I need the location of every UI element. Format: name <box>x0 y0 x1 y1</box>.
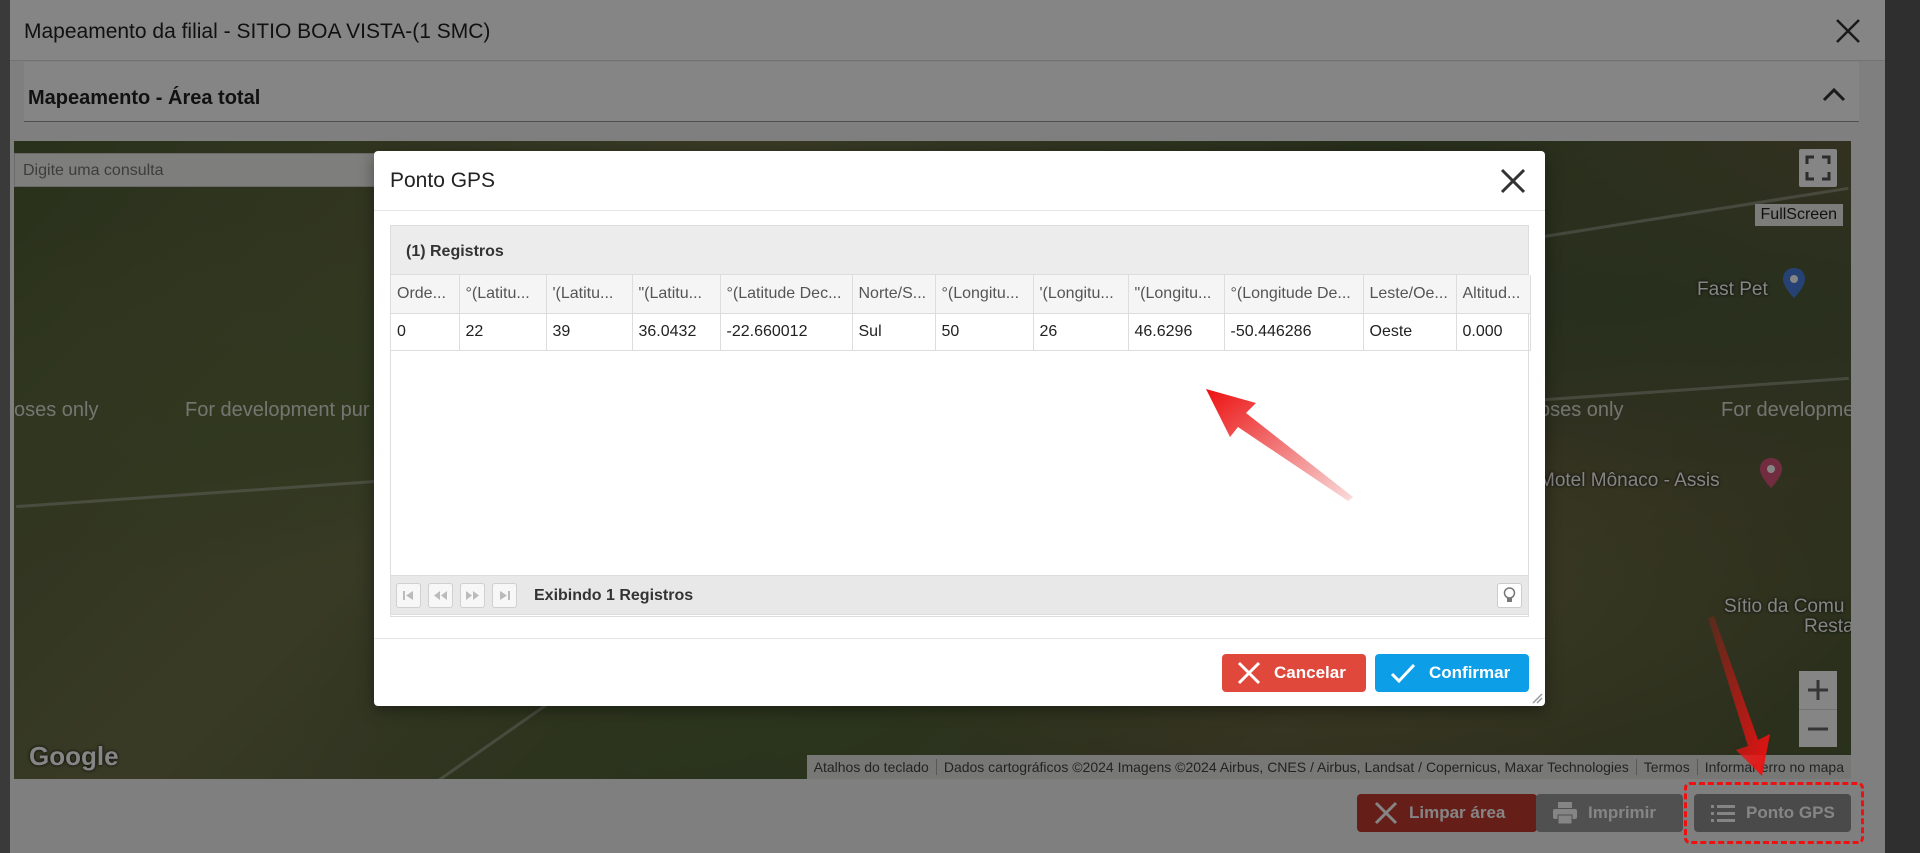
column-header[interactable]: °(Longitu... <box>935 275 1034 314</box>
next-page-icon <box>466 591 479 600</box>
confirm-button[interactable]: Confirmar <box>1375 654 1529 692</box>
table-body: 0 22 39 36.0432 -22.660012 Sul 50 26 46.6296 -50.… <box>391 313 1531 351</box>
column-header[interactable]: Norte/S... <box>852 275 936 314</box>
first-page-icon <box>403 591 413 600</box>
table-cell: 46.6296 <box>1128 313 1225 351</box>
annotation-highlight <box>1684 782 1864 844</box>
column-header[interactable]: Orde... <box>391 275 460 314</box>
lightbulb-button[interactable] <box>1497 583 1522 608</box>
previous-page-button[interactable] <box>428 583 453 608</box>
table-cell: -50.446286 <box>1224 313 1364 351</box>
close-icon <box>1237 661 1261 685</box>
grid-caption: (1) Registros <box>391 226 1528 275</box>
lightbulb-icon <box>1503 587 1516 602</box>
dialog-header: Ponto GPS <box>374 151 1545 211</box>
gps-point-dialog: Ponto GPS (1) Registros Orde... °(Latitu.… <box>374 151 1545 706</box>
table-cell: 50 <box>935 313 1034 351</box>
next-page-button[interactable] <box>460 583 485 608</box>
column-header[interactable]: Altitud... <box>1456 275 1531 314</box>
dialog-title: Ponto GPS <box>390 169 496 192</box>
column-header[interactable]: °(Latitu... <box>459 275 547 314</box>
first-page-button[interactable] <box>396 583 421 608</box>
table-cell: -22.660012 <box>720 313 853 351</box>
table-cell: 26 <box>1033 313 1129 351</box>
cancel-button[interactable]: Cancelar <box>1222 654 1366 692</box>
pager-status: Exibindo 1 Registros <box>534 587 694 604</box>
cancel-label: Cancelar <box>1274 663 1346 682</box>
dialog-footer: Cancelar Confirmar <box>374 638 1545 706</box>
table-cell: Sul <box>852 313 936 351</box>
table-cell: 36.0432 <box>632 313 721 351</box>
grid-pager: Exibindo 1 Registros <box>390 575 1529 615</box>
table-cell: 0 <box>391 313 460 351</box>
records-table: Orde... °(Latitu... '(Latitu... "(Latitu...… <box>391 275 1531 351</box>
checkmark-icon <box>1390 663 1416 684</box>
table-cell: 39 <box>546 313 633 351</box>
table-cell: 0.000 <box>1456 313 1531 351</box>
previous-page-icon <box>434 591 447 600</box>
column-header[interactable]: "(Longitu... <box>1128 275 1225 314</box>
column-header[interactable]: Leste/Oe... <box>1363 275 1457 314</box>
last-page-button[interactable] <box>492 583 517 608</box>
resize-handle-icon[interactable] <box>1531 692 1543 704</box>
column-header[interactable]: "(Latitu... <box>632 275 721 314</box>
column-header[interactable]: °(Longitude De... <box>1224 275 1364 314</box>
column-header[interactable]: '(Longitu... <box>1033 275 1129 314</box>
column-header[interactable]: '(Latitu... <box>546 275 633 314</box>
table-row[interactable]: 0 22 39 36.0432 -22.660012 Sul 50 26 46.6296 -50.… <box>391 313 1531 351</box>
annotation-arrow-icon <box>1708 616 1770 776</box>
close-icon[interactable] <box>1497 165 1529 197</box>
table-cell: 22 <box>459 313 547 351</box>
table-cell: Oeste <box>1363 313 1457 351</box>
table-header-row: Orde... °(Latitu... '(Latitu... "(Latitu...… <box>391 275 1531 314</box>
annotation-arrow-icon <box>1206 389 1353 501</box>
last-page-icon <box>500 591 510 600</box>
column-header[interactable]: °(Latitude Dec... <box>720 275 853 314</box>
confirm-label: Confirmar <box>1429 663 1511 682</box>
